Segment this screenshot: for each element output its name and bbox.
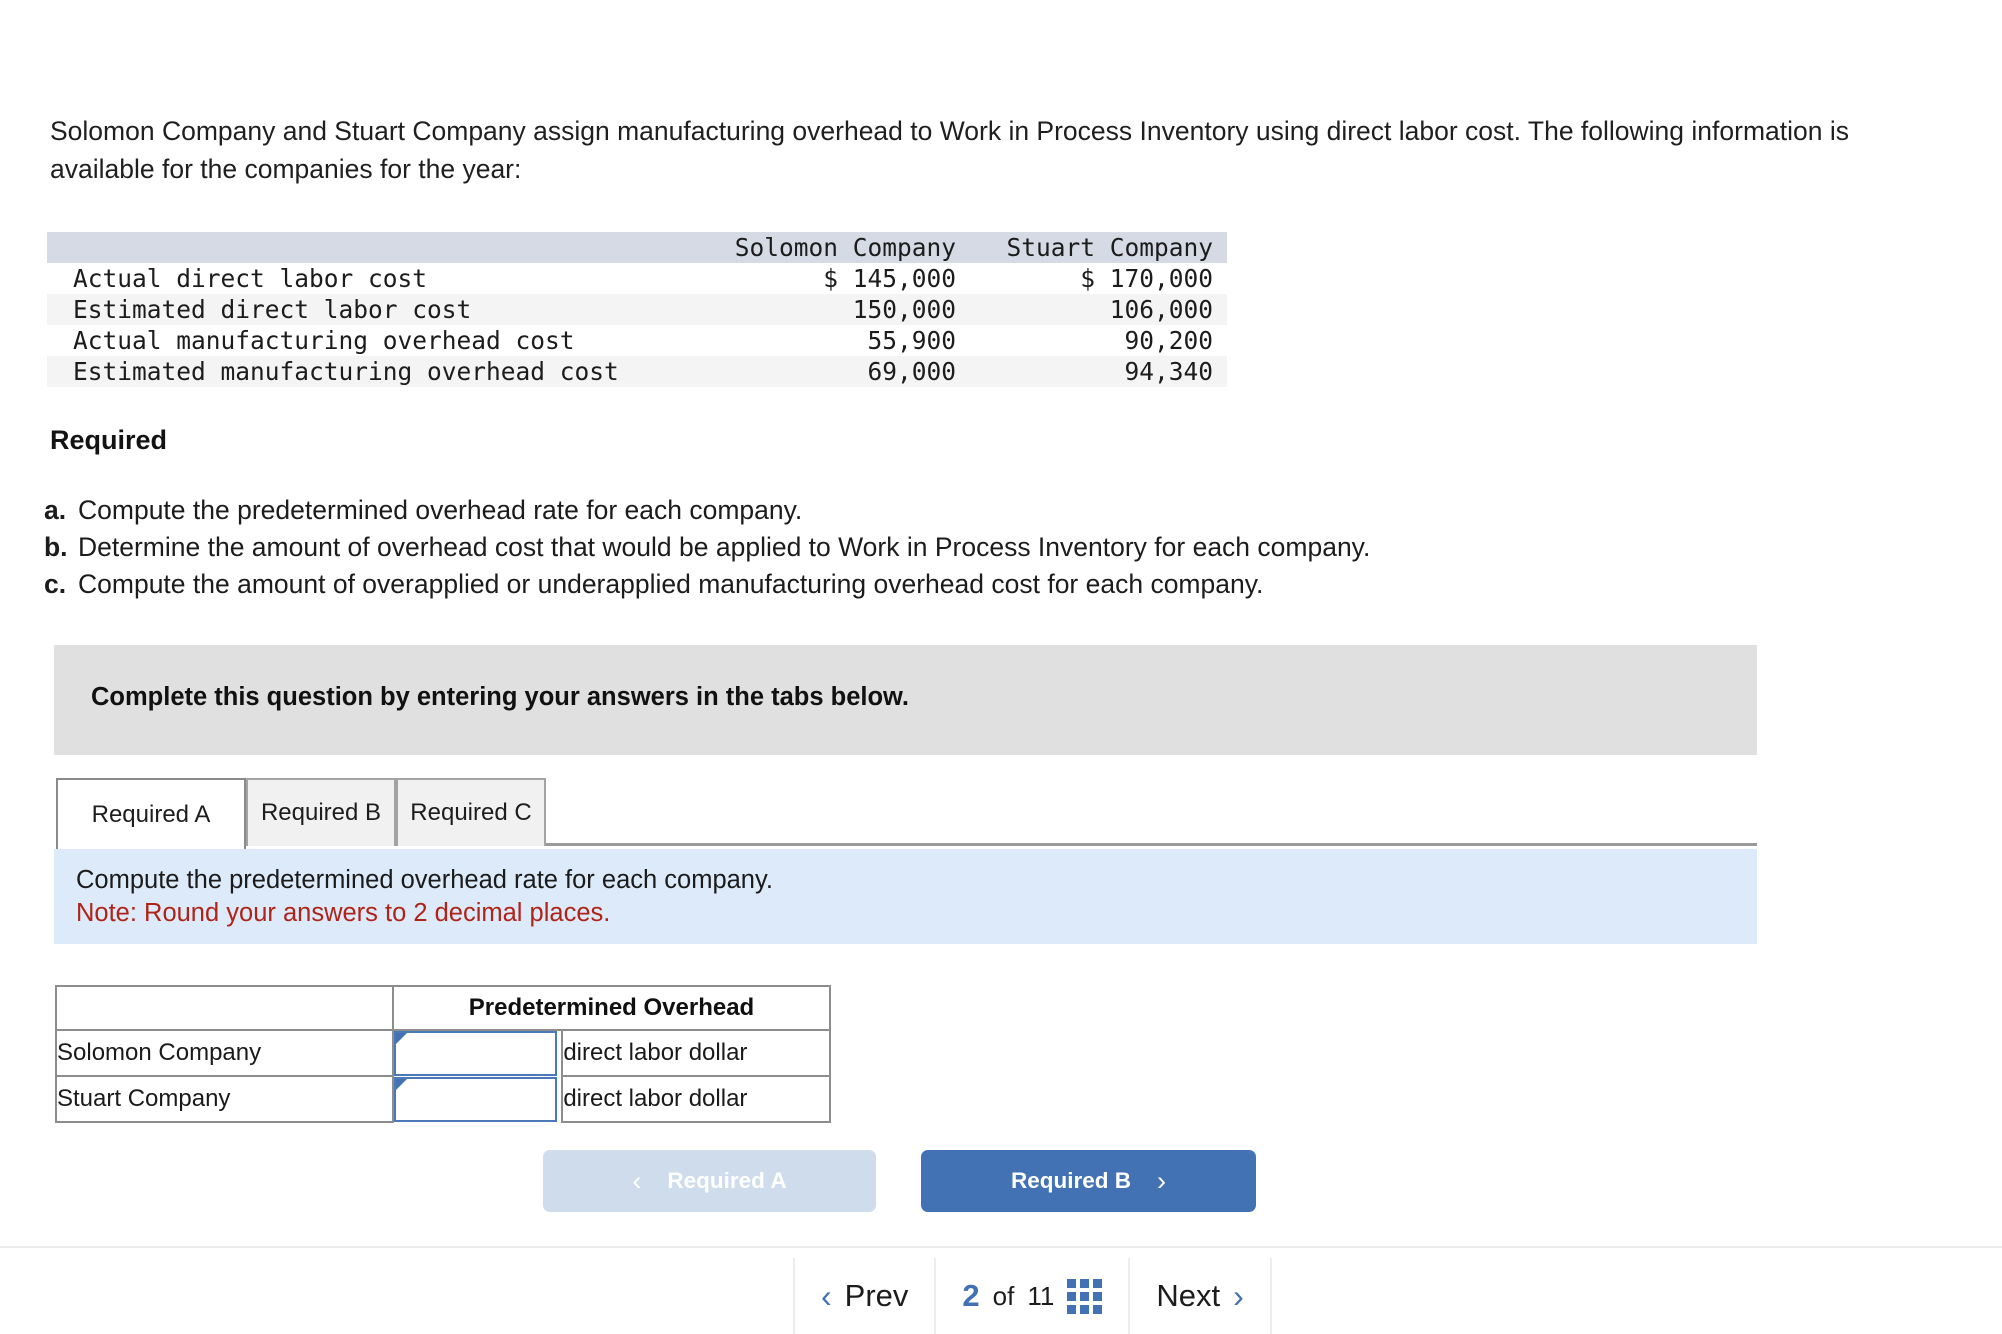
list-item-letter: b. — [44, 532, 68, 562]
answer-row-unit-solomon: direct labor dollar — [561, 1029, 831, 1077]
pager-divider — [0, 1246, 2002, 1248]
pager-next-button[interactable]: Next › — [1128, 1258, 1272, 1334]
row-label: Actual direct labor cost — [73, 264, 428, 293]
row-label: Actual manufacturing overhead cost — [73, 326, 575, 355]
required-heading: Required — [50, 425, 168, 455]
table-row: Estimated direct labor cost 150,000 106,… — [47, 294, 1227, 325]
pager-of-label: of — [992, 1280, 1015, 1311]
pager-current-page: 2 — [962, 1278, 980, 1313]
table-header-row: Solomon Company Stuart Company — [47, 232, 1227, 263]
overhead-rate-input-stuart[interactable] — [394, 1076, 557, 1122]
pager-prev-button[interactable]: ‹ Prev — [793, 1258, 934, 1334]
next-requirement-label: Required B — [1010, 1168, 1131, 1193]
answer-row-label-stuart: Stuart Company — [55, 1075, 394, 1123]
row-value-stuart: 106,000 — [1109, 295, 1213, 324]
prev-requirement-button[interactable]: ‹ Required A — [543, 1150, 876, 1212]
tab-label: Required B — [260, 799, 382, 826]
row-value-solomon: 150,000 — [852, 295, 956, 324]
tab-required-c[interactable]: Required C — [396, 778, 546, 846]
complete-question-banner-text: Complete this question by entering your … — [91, 683, 910, 711]
tab-instruction-note: Note: Round your answers to 2 decimal pl… — [76, 899, 611, 927]
grid-icon[interactable] — [1067, 1278, 1103, 1314]
table-row: Estimated manufacturing overhead cost 69… — [47, 356, 1227, 387]
column-header-stuart: Stuart Company — [1006, 233, 1213, 262]
row-label: Estimated manufacturing overhead cost — [73, 357, 619, 386]
answer-entry-table: Predetermined Overhead Solomon Company d… — [55, 985, 831, 1123]
column-header-solomon: Solomon Company — [734, 233, 956, 262]
tab-label: Required A — [91, 800, 211, 828]
next-requirement-button[interactable]: Required B › — [921, 1150, 1256, 1212]
list-item: c. Compute the amount of overapplied or … — [44, 566, 1894, 603]
list-item-text: Determine the amount of overhead cost th… — [78, 532, 1371, 562]
table-row: Actual manufacturing overhead cost 55,90… — [47, 325, 1227, 356]
pager-prev-label: Prev — [844, 1278, 909, 1313]
required-list: a. Compute the predetermined overhead ra… — [44, 492, 1894, 603]
answer-input-cell-stuart[interactable] — [393, 1076, 563, 1122]
overhead-rate-input-solomon[interactable] — [394, 1031, 557, 1076]
chevron-left-icon: ‹ — [821, 1277, 832, 1314]
chevron-right-icon: › — [1233, 1277, 1244, 1314]
question-pager: ‹ Prev 2 of 11 Next › — [793, 1258, 1272, 1334]
list-item-text: Compute the amount of overapplied or und… — [78, 569, 1264, 599]
chevron-left-icon: ‹ — [632, 1165, 642, 1196]
answer-row-unit-stuart: direct labor dollar — [561, 1075, 831, 1123]
list-item-letter: a. — [44, 495, 67, 525]
given-data-table: Solomon Company Stuart Company Actual di… — [47, 232, 1227, 387]
row-value-solomon: 55,900 — [867, 326, 956, 355]
row-value-stuart: 90,200 — [1124, 326, 1213, 355]
list-item: b. Determine the amount of overhead cost… — [44, 529, 1894, 566]
answer-table-header-row: Predetermined Overhead — [55, 985, 831, 1031]
row-value-solomon: 69,000 — [867, 357, 956, 386]
tab-label: Required C — [410, 799, 532, 826]
pager-page-indicator: 2 of 11 — [934, 1258, 1128, 1334]
row-value-stuart: 94,340 — [1124, 357, 1213, 386]
tab-required-b[interactable]: Required B — [246, 778, 396, 846]
column-header-blank — [47, 232, 713, 263]
question-intro-text: Solomon Company and Stuart Company assig… — [50, 116, 1849, 184]
row-value-solomon: $ 145,000 — [823, 264, 956, 293]
prev-requirement-label: Required A — [667, 1168, 787, 1193]
tab-instruction-text: Compute the predetermined overhead rate … — [76, 866, 773, 894]
answer-row-label-solomon: Solomon Company — [55, 1029, 394, 1077]
answer-input-cell-solomon[interactable] — [393, 1030, 563, 1076]
tab-instruction-panel: Compute the predetermined overhead rate … — [54, 849, 1757, 944]
requirement-tabs: Required A Required B Required C — [56, 778, 1757, 849]
table-row: Actual direct labor cost $ 145,000 $ 170… — [47, 263, 1227, 294]
list-item: a. Compute the predetermined overhead ra… — [44, 492, 1894, 529]
row-value-stuart: $ 170,000 — [1080, 264, 1213, 293]
answer-header-predetermined-overhead: Predetermined Overhead — [392, 985, 831, 1031]
answer-header-blank — [55, 985, 394, 1031]
table-row: Solomon Company direct labor dollar — [55, 1029, 831, 1077]
row-label: Estimated direct labor cost — [73, 295, 472, 324]
list-item-text: Compute the predetermined overhead rate … — [78, 495, 803, 525]
pager-total-pages: 11 — [1027, 1280, 1055, 1311]
pager-next-label: Next — [1156, 1278, 1221, 1313]
table-row: Stuart Company direct labor dollar — [55, 1075, 831, 1123]
tab-required-a[interactable]: Required A — [56, 778, 246, 849]
complete-question-banner: Complete this question by entering your … — [54, 645, 1757, 755]
list-item-letter: c. — [44, 569, 67, 599]
chevron-right-icon: › — [1157, 1165, 1166, 1196]
